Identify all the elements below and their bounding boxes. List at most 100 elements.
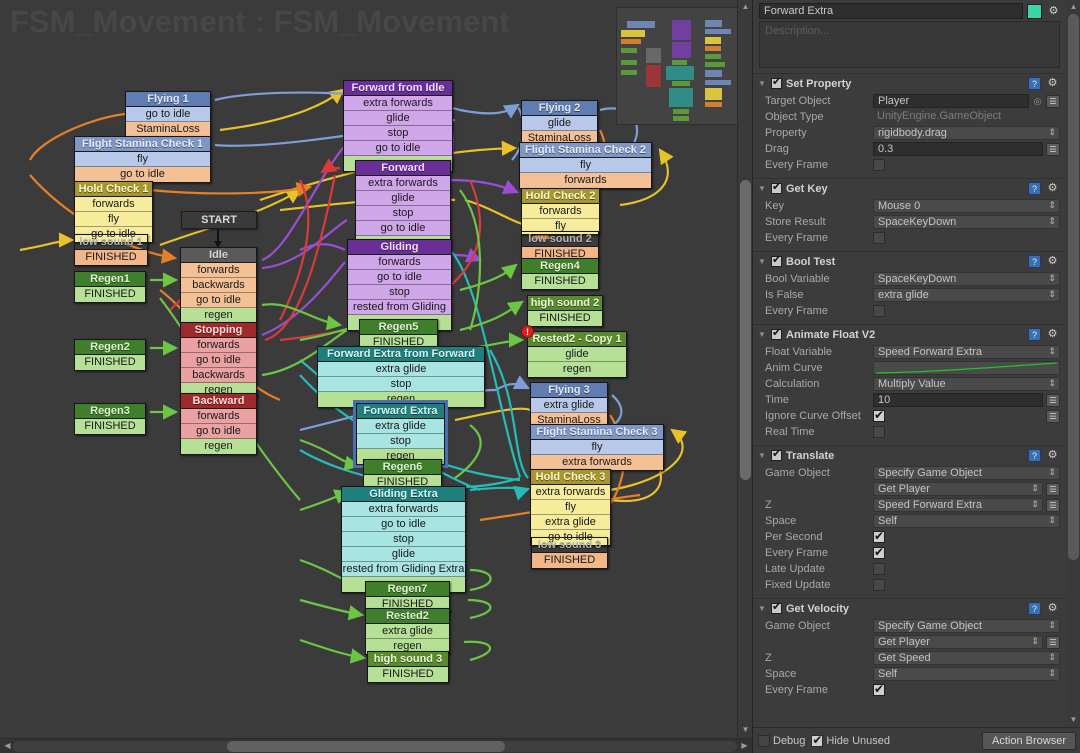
scroll-right-arrow-icon[interactable]: ▶: [738, 740, 751, 753]
action-section[interactable]: ▼Set Property?⚙Target ObjectPlayer◎☰Obje…: [753, 73, 1066, 178]
state-transition-event[interactable]: glide: [342, 547, 465, 562]
gear-icon[interactable]: ⚙: [1046, 4, 1061, 19]
state-transition-event[interactable]: forwards: [348, 255, 451, 270]
state-transition-event[interactable]: extra glide: [318, 362, 484, 377]
chevron-down-icon[interactable]: ▼: [758, 451, 767, 460]
state-transition-event[interactable]: forwards: [520, 173, 651, 188]
state-node[interactable]: Gliding forwards go to idle stop rested from…: [347, 239, 452, 331]
state-node[interactable]: high sound 2 FINISHED: [527, 295, 603, 327]
action-gear-icon[interactable]: ⚙: [1045, 601, 1060, 616]
action-parameter-row[interactable]: Anim Curve: [753, 360, 1066, 376]
state-node[interactable]: Forward Extra from Forward extra glide sto…: [317, 346, 485, 408]
state-transition-event[interactable]: fly: [75, 152, 210, 167]
state-transition-event[interactable]: FINISHED: [75, 287, 145, 302]
state-transition-event[interactable]: go to idle: [356, 221, 450, 236]
parameter-value-field[interactable]: 10: [873, 393, 1043, 407]
parameter-menu-icon[interactable]: ☰: [1046, 393, 1060, 407]
help-icon[interactable]: ?: [1028, 182, 1041, 195]
parameter-value-field[interactable]: SpaceKeyDown: [873, 272, 1060, 286]
state-node[interactable]: Forward from Idle extra forwards glide stop…: [343, 80, 453, 172]
state-node[interactable]: Stopping forwards go to idle backwards regen: [180, 322, 257, 399]
action-enabled-checkbox[interactable]: [771, 448, 782, 461]
graph-horizontal-scrollbar[interactable]: ◀ ▶: [0, 738, 752, 753]
state-transition-event[interactable]: go to idle: [181, 424, 256, 439]
help-icon[interactable]: ?: [1028, 77, 1041, 90]
state-transition-event[interactable]: stop: [342, 532, 465, 547]
actions-container[interactable]: ▼Set Property?⚙Target ObjectPlayer◎☰Obje…: [753, 73, 1066, 703]
action-section[interactable]: ▼ Get Velocity? ⚙ Game Object Specify Game O…: [753, 598, 1066, 703]
state-node[interactable]: high sound 3 FINISHED: [367, 651, 449, 683]
state-transition-event[interactable]: FINISHED: [75, 419, 145, 434]
state-transition-event[interactable]: regen: [181, 308, 256, 323]
state-transition-event[interactable]: rested from Gliding: [348, 300, 451, 315]
help-icon[interactable]: ?: [1028, 449, 1041, 462]
state-transition-event[interactable]: fly: [75, 212, 152, 227]
state-transition-event[interactable]: fly: [531, 440, 663, 455]
action-section[interactable]: ▼ Animate Float V2? ⚙ Float Variable Speed F…: [753, 324, 1066, 445]
help-icon[interactable]: ?: [1028, 602, 1041, 615]
parameter-value-field[interactable]: Speed Forward Extra: [873, 498, 1043, 512]
state-transition-event[interactable]: fly: [531, 500, 610, 515]
graph-vertical-scrollbar[interactable]: ▲ ▼: [737, 0, 752, 737]
parameter-checkbox[interactable]: [873, 159, 885, 171]
state-transition-event[interactable]: glide: [528, 347, 626, 362]
action-enabled-checkbox[interactable]: [771, 601, 782, 614]
action-parameter-row[interactable]: Real Time: [753, 424, 1066, 440]
parameter-checkbox[interactable]: [873, 529, 885, 543]
inspector-vscroll-thumb[interactable]: [1068, 14, 1079, 560]
anim-curve-field[interactable]: [873, 361, 1060, 375]
inspector-scroll-down-icon[interactable]: ▼: [1066, 713, 1080, 727]
state-transition-event[interactable]: StaminaLoss: [126, 122, 210, 137]
graph-hscroll-thumb[interactable]: [227, 741, 505, 752]
scroll-up-arrow-icon[interactable]: ▲: [738, 0, 752, 14]
action-parameter-row[interactable]: Target Object Player ◎ ☰: [753, 93, 1066, 109]
object-picker-icon[interactable]: ◎: [1032, 96, 1043, 107]
start-node[interactable]: START: [181, 211, 257, 229]
state-transition-event[interactable]: glide: [344, 111, 452, 126]
state-transition-event[interactable]: backwards: [181, 278, 256, 293]
debug-toggle[interactable]: Debug: [758, 734, 805, 747]
help-icon[interactable]: ?: [1028, 328, 1041, 341]
action-parameter-row[interactable]: Property rigidbody.drag: [753, 125, 1066, 141]
action-parameter-row[interactable]: Store Result SpaceKeyDown: [753, 214, 1066, 230]
fsm-graph-canvas[interactable]: FSM_Movement : FSM_Movement START Flying…: [0, 0, 752, 753]
state-node[interactable]: Regen2 FINISHED: [74, 339, 146, 371]
parameter-menu-icon[interactable]: ☰: [1046, 409, 1060, 423]
state-transition-event[interactable]: FINISHED: [75, 355, 145, 370]
action-parameter-row[interactable]: Get Player☰: [753, 481, 1066, 497]
parameter-checkbox[interactable]: [873, 579, 885, 591]
graph-vscroll-thumb[interactable]: [740, 180, 751, 480]
state-transition-event[interactable]: glide: [356, 191, 450, 206]
parameter-value-field[interactable]: Self: [873, 667, 1060, 681]
action-parameter-row[interactable]: Z Speed Forward Extra☰: [753, 497, 1066, 513]
state-transition-event[interactable]: extra forwards: [356, 176, 450, 191]
state-transition-event[interactable]: forwards: [522, 204, 599, 219]
help-icon[interactable]: ?: [1028, 255, 1041, 268]
parameter-value-field[interactable]: Specify Game Object: [873, 466, 1060, 480]
action-parameter-row[interactable]: Is False extra glide: [753, 287, 1066, 303]
state-transition-event[interactable]: go to idle: [344, 141, 452, 156]
action-parameter-row[interactable]: Float Variable Speed Forward Extra: [753, 344, 1066, 360]
state-transition-event[interactable]: stop: [348, 285, 451, 300]
action-enabled-checkbox[interactable]: [771, 76, 782, 89]
action-parameter-row[interactable]: Space Self: [753, 666, 1066, 682]
state-transition-event[interactable]: forwards: [181, 338, 256, 353]
parameter-menu-icon[interactable]: ☰: [1046, 482, 1060, 496]
parameter-value-field[interactable]: Mouse 0: [873, 199, 1060, 213]
action-browser-button[interactable]: Action Browser: [982, 731, 1076, 750]
action-parameter-row[interactable]: Fixed Update: [753, 577, 1066, 593]
state-name-row[interactable]: Forward Extra ⚙: [753, 0, 1066, 21]
action-parameter-row[interactable]: Z Get Speed: [753, 650, 1066, 666]
parameter-checkbox[interactable]: [873, 408, 885, 422]
debug-checkbox[interactable]: [758, 734, 770, 747]
state-transition-event[interactable]: go to idle: [342, 517, 465, 532]
state-node[interactable]: Forward Extra extra glide stop regen: [353, 400, 448, 468]
parameter-checkbox[interactable]: [873, 563, 885, 575]
state-transition-event[interactable]: stop: [344, 126, 452, 141]
state-transition-event[interactable]: go to idle: [75, 167, 210, 182]
parameter-value-field[interactable]: rigidbody.drag: [873, 126, 1060, 140]
state-node[interactable]: Flight Stamina Check 2 fly forwards: [519, 142, 652, 189]
parameter-value-field[interactable]: Get Player: [873, 635, 1043, 649]
state-transition-event[interactable]: extra forwards: [531, 485, 610, 500]
state-transition-event[interactable]: regen: [528, 362, 626, 377]
